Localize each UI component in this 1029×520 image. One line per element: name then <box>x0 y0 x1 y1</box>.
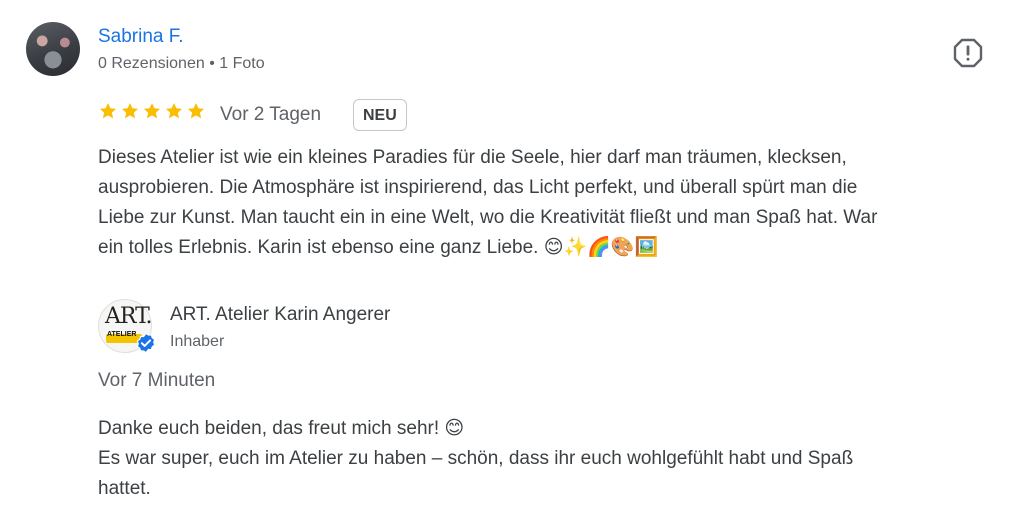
reviewer-name[interactable]: Sabrina F. <box>98 26 184 48</box>
star-icon <box>99 103 117 119</box>
owner-name: ART. Atelier Karin Angerer <box>170 304 391 325</box>
reply-text: Danke euch beiden, das freut mich sehr! … <box>98 418 854 499</box>
star-icon <box>187 103 205 119</box>
reviewer-meta: 0 Rezensionen • 1 Foto <box>98 55 265 72</box>
reply-date: Vor 7 Minuten <box>98 370 216 391</box>
owner-logo-text: ART. <box>105 304 152 329</box>
star-icon <box>143 103 161 119</box>
owner-role: Inhaber <box>170 333 225 350</box>
star-icon <box>121 103 139 119</box>
new-badge: NEU <box>353 99 407 131</box>
star-icon <box>165 103 183 119</box>
star-rating <box>98 101 206 121</box>
owner-logo-sub: ATELIER <box>107 331 137 338</box>
report-icon[interactable] <box>952 37 984 69</box>
verified-check-icon <box>136 332 156 354</box>
review-text: Dieses Atelier ist wie ein kleines Parad… <box>98 147 878 258</box>
review-date: Vor 2 Tagen <box>220 104 322 125</box>
reviewer-avatar[interactable] <box>26 22 80 76</box>
